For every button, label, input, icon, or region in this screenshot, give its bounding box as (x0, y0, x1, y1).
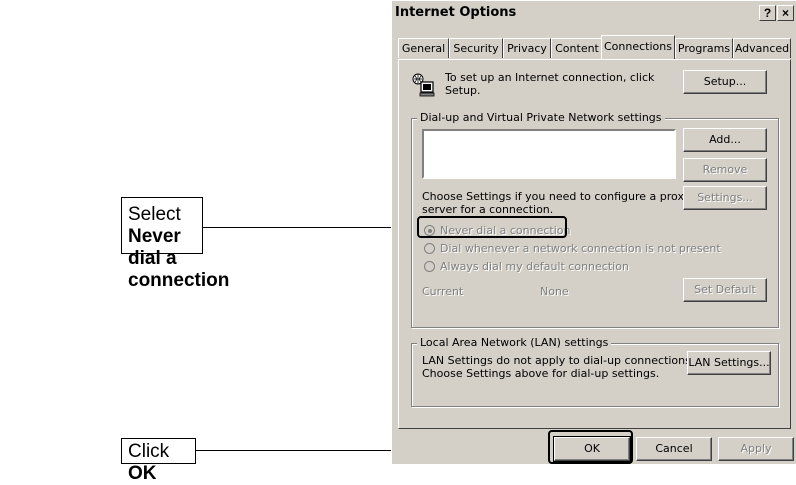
callout-ok: Click OK (121, 438, 196, 484)
network-computer-icon (412, 73, 436, 97)
add-button[interactable]: Add... (683, 128, 767, 152)
callout-never-dial-bold: Never dial a connection (128, 226, 230, 291)
tab-programs[interactable]: Programs (675, 38, 733, 58)
remove-button[interactable]: Remove (683, 158, 767, 182)
proxy-text-line2: server for a connection. (422, 203, 554, 216)
lan-text-line1: LAN Settings do not apply to dial-up con… (422, 354, 695, 367)
ok-highlight (548, 430, 633, 464)
radio-dial-whenever[interactable] (424, 243, 435, 254)
proxy-text-line1: Choose Settings if you need to configure… (422, 190, 691, 203)
settings-button[interactable]: Settings... (683, 186, 767, 210)
connections-listbox[interactable] (422, 129, 676, 179)
dialog-title: Internet Options (395, 5, 517, 20)
dialup-group-label: Dial-up and Virtual Private Network sett… (417, 111, 665, 124)
title-bar: Internet Options ? × (392, 1, 796, 23)
tab-general[interactable]: General (398, 38, 449, 58)
tab-content[interactable]: Content (551, 38, 603, 58)
radio-dial-whenever-label[interactable]: Dial whenever a network connection is no… (440, 242, 721, 255)
lan-settings-button[interactable]: LAN Settings... (687, 351, 771, 375)
callout-ok-bold: OK (128, 463, 157, 484)
close-button[interactable]: × (777, 5, 794, 21)
setup-text-line2: Setup. (445, 84, 481, 97)
callout-never-dial: Select Never dial a connection (121, 197, 229, 291)
lan-text-line2: Choose Settings above for dial-up settin… (422, 367, 660, 380)
tab-connections[interactable]: Connections (601, 35, 675, 59)
setup-text-line1: To set up an Internet connection, click (445, 71, 655, 84)
radio-always-dial[interactable] (424, 261, 435, 272)
callout-never-dial-leader (202, 227, 417, 228)
callout-never-dial-prefix: Select (128, 204, 181, 225)
current-value: None (540, 285, 569, 298)
cancel-button[interactable]: Cancel (636, 437, 712, 461)
help-button[interactable]: ? (759, 5, 776, 21)
tab-advanced[interactable]: Advanced (733, 38, 791, 58)
set-default-button[interactable]: Set Default (683, 278, 767, 302)
radio-always-dial-label[interactable]: Always dial my default connection (440, 260, 629, 273)
tab-privacy[interactable]: Privacy (503, 38, 551, 58)
lan-group-label: Local Area Network (LAN) settings (417, 336, 612, 349)
current-label: Current (422, 285, 464, 298)
setup-button[interactable]: Setup... (683, 70, 767, 94)
tab-security[interactable]: Security (449, 38, 503, 58)
connections-panel: To set up an Internet connection, click … (398, 59, 791, 429)
apply-button[interactable]: Apply (718, 437, 794, 461)
never-dial-highlight (417, 216, 567, 238)
callout-ok-prefix: Click (128, 441, 170, 462)
